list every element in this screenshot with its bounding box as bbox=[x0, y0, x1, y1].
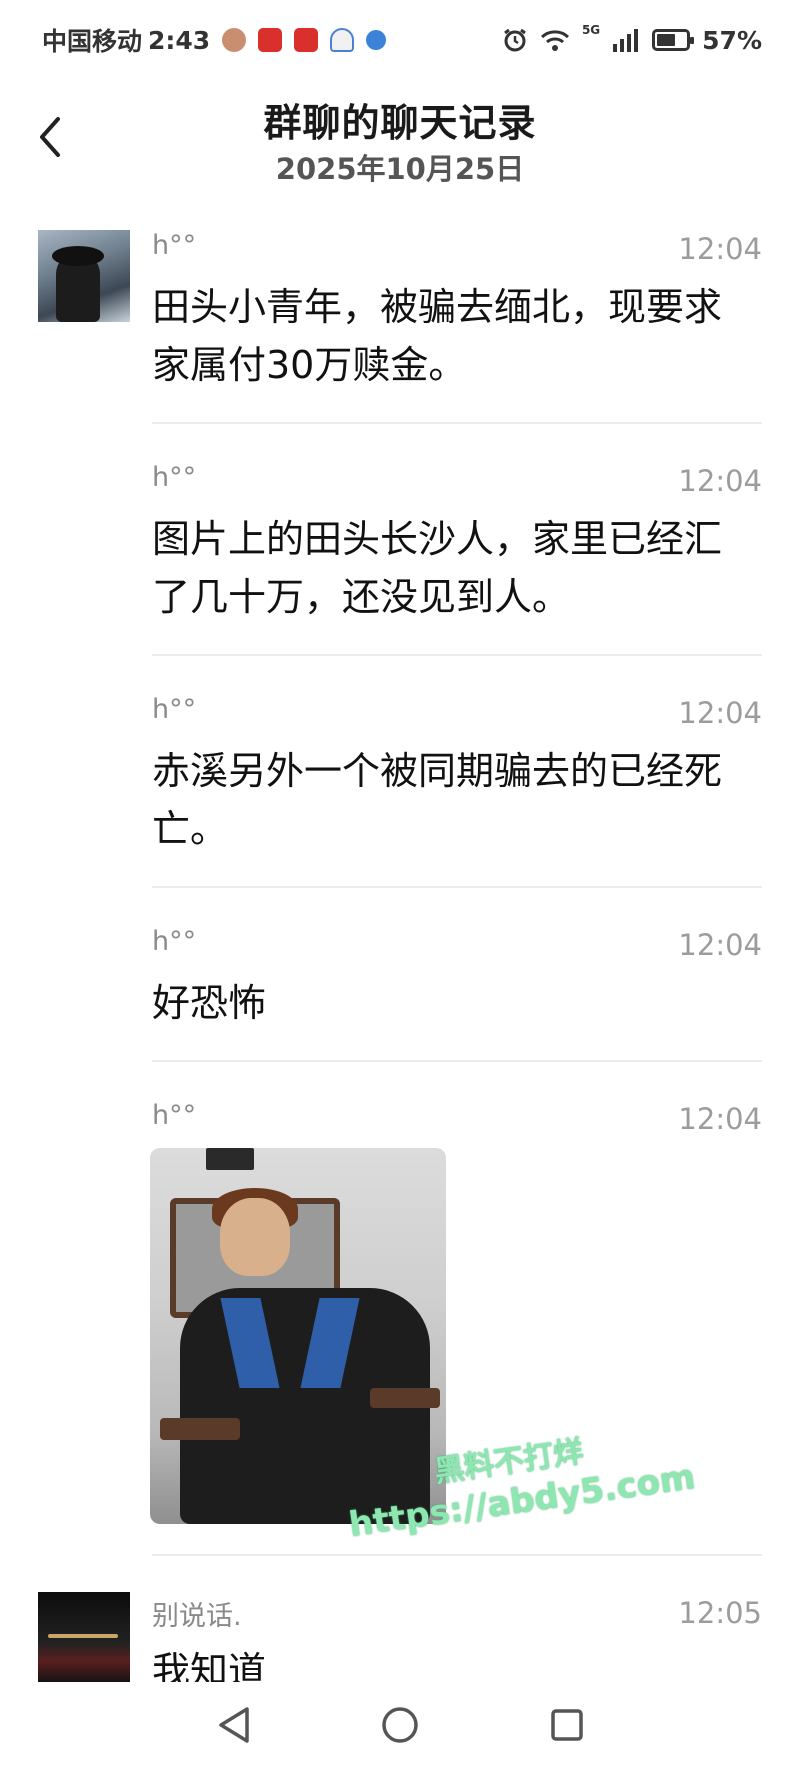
page-title: 群聊的聊天记录 bbox=[263, 101, 537, 145]
sender-name: h°° bbox=[152, 1100, 197, 1131]
message-photo[interactable] bbox=[150, 1148, 446, 1524]
app-notification-icon bbox=[258, 28, 283, 52]
avatar[interactable] bbox=[38, 230, 130, 322]
signal-icon bbox=[613, 29, 639, 52]
message-time: 12:04 bbox=[678, 696, 762, 730]
system-nav-bar bbox=[0, 1682, 800, 1768]
network-type: 5G bbox=[581, 23, 601, 37]
status-left: 中国移动 2:43 bbox=[42, 22, 387, 58]
message-text: 图片上的田头长沙人，家里已经汇了几十万，还没见到人。 bbox=[152, 517, 723, 619]
clock: 2:43 bbox=[148, 25, 211, 55]
message-time: 12:05 bbox=[678, 1596, 762, 1630]
message-time: 12:04 bbox=[678, 928, 762, 962]
sender-name: h°° bbox=[152, 926, 197, 957]
nav-recents-button[interactable] bbox=[537, 1695, 597, 1755]
avatar[interactable] bbox=[38, 1592, 130, 1682]
nav-home-button[interactable] bbox=[370, 1695, 430, 1755]
status-right: 5G 57% bbox=[502, 23, 762, 55]
message-text: 赤溪另外一个被同期骗去的已经死亡。 bbox=[152, 749, 723, 851]
message-time: 12:04 bbox=[678, 232, 762, 266]
sender-name: h°° bbox=[152, 230, 197, 261]
divider bbox=[152, 1060, 762, 1062]
battery-icon bbox=[652, 29, 695, 51]
square-recents-icon bbox=[550, 1709, 583, 1741]
app-notification-icon bbox=[366, 30, 387, 50]
message-text: 我知道 bbox=[152, 1649, 267, 1682]
app-notification-icon bbox=[330, 28, 355, 52]
message-item[interactable]: 别说话. 12:05 我知道 bbox=[0, 1590, 800, 1682]
message-time: 12:04 bbox=[678, 1102, 762, 1136]
message-time: 12:04 bbox=[678, 464, 762, 498]
divider bbox=[152, 654, 762, 656]
wifi-icon bbox=[540, 30, 569, 51]
message-text: 田头小青年，被骗去缅北，现要求家属付30万赎金。 bbox=[152, 285, 723, 387]
divider bbox=[152, 886, 762, 888]
battery-percent: 57% bbox=[702, 25, 762, 55]
triangle-back-icon bbox=[219, 1707, 250, 1743]
sender-name: 别说话. bbox=[152, 1601, 242, 1632]
sender-name: h°° bbox=[152, 694, 197, 725]
watermark-title: 黑料不打烊 bbox=[432, 1434, 586, 1490]
nav-back-button[interactable] bbox=[203, 1695, 263, 1755]
avatar-notification-icon bbox=[222, 28, 247, 52]
message-text: 好恐怖 bbox=[152, 981, 267, 1025]
divider bbox=[152, 422, 762, 424]
carrier-name: 中国移动 bbox=[42, 27, 143, 56]
status-bar: 中国移动 2:43 5G 57% bbox=[0, 0, 800, 80]
app-notification-icon bbox=[294, 28, 319, 52]
chat-header: 群聊的聊天记录 2025年10月25日 bbox=[0, 82, 800, 192]
circle-home-icon bbox=[382, 1707, 418, 1743]
sender-name: h°° bbox=[152, 462, 197, 493]
page-subtitle: 2025年10月25日 bbox=[275, 152, 525, 186]
divider bbox=[152, 1554, 762, 1556]
alarm-icon bbox=[504, 28, 526, 52]
